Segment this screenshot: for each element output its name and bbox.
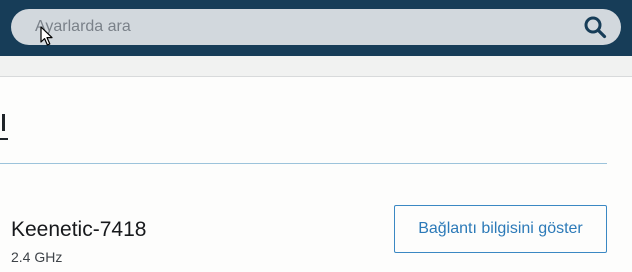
active-tab-indicator[interactable] xyxy=(0,114,8,140)
network-name: Keenetic-7418 xyxy=(11,218,147,241)
search-bar[interactable] xyxy=(11,9,621,45)
network-band: 2.4 GHz xyxy=(11,249,63,265)
top-bar xyxy=(0,0,632,56)
show-connection-info-button[interactable]: Bağlantı bilgisini göster xyxy=(394,205,607,253)
active-tab-underline xyxy=(0,138,8,140)
section-divider xyxy=(0,163,607,164)
search-input[interactable] xyxy=(35,9,575,45)
active-tab-label-fragment xyxy=(2,114,5,131)
mouse-pointer-icon xyxy=(40,26,53,46)
sub-header-bar xyxy=(0,56,632,77)
search-icon[interactable] xyxy=(583,15,607,39)
